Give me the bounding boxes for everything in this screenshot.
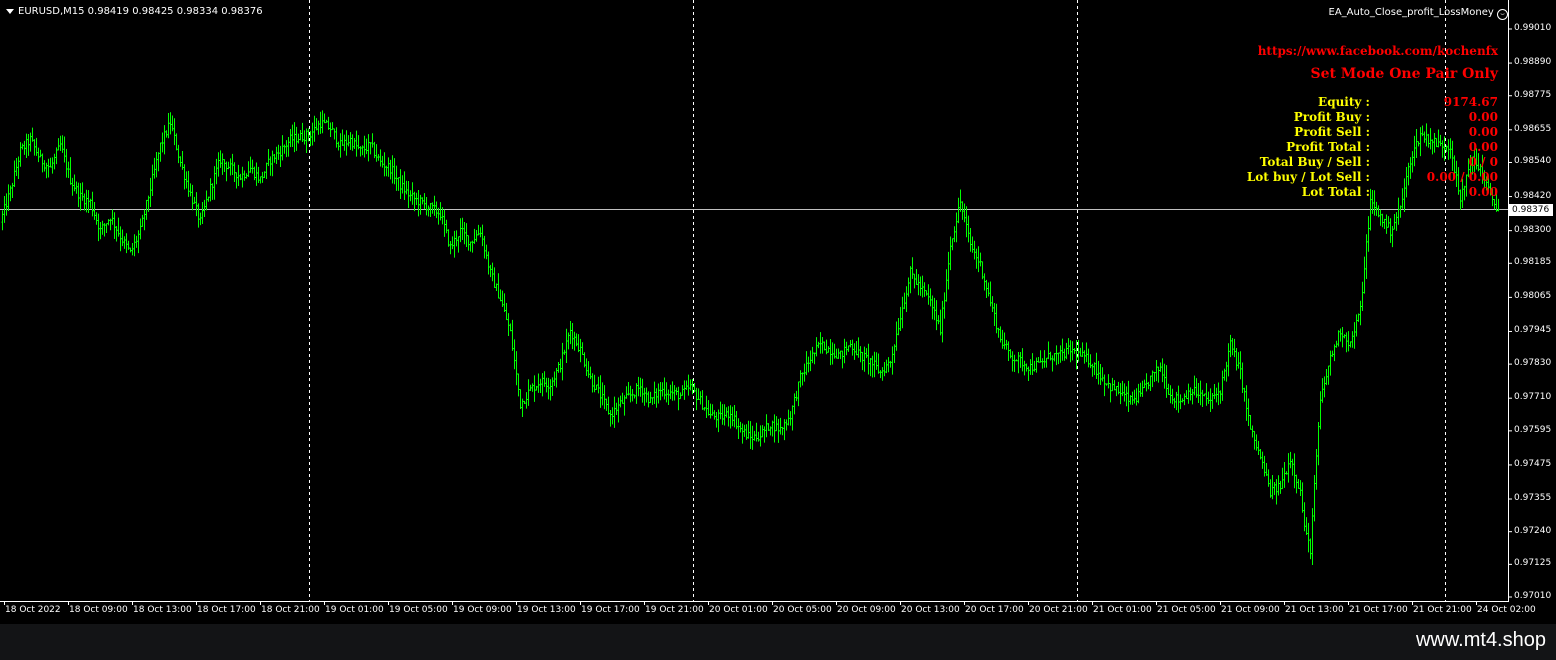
price-label: 0.97355 [1514, 493, 1552, 504]
time-label: 20 Oct 05:00 [773, 605, 832, 615]
time-label: 21 Oct 21:00 [1413, 605, 1472, 615]
info-row-value: 0.00 [1468, 110, 1498, 124]
price-label: 0.97475 [1514, 458, 1552, 469]
info-row-label: Profit Buy : [1293, 110, 1370, 124]
time-label: 20 Oct 13:00 [901, 605, 960, 615]
info-row-label: Lot buy / Lot Sell : [1246, 170, 1370, 184]
time-label: 19 Oct 21:00 [645, 605, 704, 615]
price-label: 0.98065 [1514, 291, 1552, 302]
price-label: 0.98890 [1514, 57, 1552, 68]
mode-text: Set Mode One Pair Only [1310, 66, 1498, 82]
time-label: 21 Oct 09:00 [1221, 605, 1280, 615]
time-label: 21 Oct 17:00 [1349, 605, 1408, 615]
time-label: 18 Oct 2022 [5, 605, 61, 615]
time-label: 19 Oct 09:00 [453, 605, 512, 615]
price-label: 0.98185 [1514, 257, 1552, 268]
time-label: 19 Oct 05:00 [389, 605, 448, 615]
ea-name: EA_Auto_Close_profit_LossMoney [1328, 7, 1494, 18]
info-row-value: 0.00 [1468, 125, 1498, 139]
info-row-label: Lot Total : [1301, 185, 1370, 199]
time-label: 24 Oct 02:00 [1477, 605, 1536, 615]
info-row-label: Total Buy / Sell : [1259, 155, 1370, 169]
price-label: 0.98655 [1514, 123, 1552, 134]
time-label: 20 Oct 17:00 [965, 605, 1024, 615]
dropdown-triangle-icon[interactable] [6, 8, 14, 14]
time-label: 18 Oct 13:00 [133, 605, 192, 615]
info-row-value: 0.00 [1468, 140, 1498, 154]
price-label: 0.97830 [1514, 358, 1552, 369]
price-label: 0.97945 [1514, 325, 1552, 336]
time-label: 19 Oct 01:00 [325, 605, 384, 615]
time-label: 19 Oct 17:00 [581, 605, 640, 615]
time-label: 18 Oct 21:00 [261, 605, 320, 615]
price-label: 0.97710 [1514, 392, 1552, 403]
time-label: 21 Oct 05:00 [1157, 605, 1216, 615]
price-label: 0.97595 [1514, 424, 1552, 435]
ea-name-label: EA_Auto_Close_profit_LossMoney ⌣ [1329, 7, 1508, 20]
info-row-value: 0.00 [1468, 185, 1498, 199]
price-label: 0.97125 [1514, 558, 1552, 569]
time-label: 20 Oct 01:00 [709, 605, 768, 615]
price-label: 0.98300 [1514, 224, 1552, 235]
time-label: 21 Oct 13:00 [1285, 605, 1344, 615]
time-label: 20 Oct 21:00 [1029, 605, 1088, 615]
symbol-header: EURUSD,M15 0.98419 0.98425 0.98334 0.983… [6, 6, 263, 17]
price-label: 0.99010 [1514, 23, 1552, 33]
price-label: 0.97240 [1514, 525, 1552, 536]
info-row-label: Profit Sell : [1294, 125, 1370, 139]
time-label: 21 Oct 01:00 [1093, 605, 1152, 615]
price-label: 0.97010 [1514, 591, 1552, 601]
time-label: 18 Oct 17:00 [197, 605, 256, 615]
site-watermark: www.mt4.shop [1415, 629, 1546, 651]
footer-bar: www.mt4.shop [0, 624, 1556, 660]
price-label: 0.98775 [1514, 89, 1552, 100]
info-row-value: 0 / 0 [1468, 155, 1498, 169]
time-label: 20 Oct 09:00 [837, 605, 896, 615]
current-price-tag: 0.98376 [1509, 204, 1553, 216]
time-label: 19 Oct 13:00 [517, 605, 576, 615]
info-row-value: 0.00 / 0.00 [1426, 170, 1498, 184]
time-label: 18 Oct 09:00 [69, 605, 128, 615]
info-row-label: Profit Total : [1286, 140, 1370, 154]
price-label: 0.98420 [1514, 190, 1552, 201]
chart-area[interactable]: EURUSD,M15 0.98419 0.98425 0.98334 0.983… [0, 0, 1556, 624]
info-row-value: 9174.67 [1443, 95, 1498, 109]
symbol-info: EURUSD,M15 0.98419 0.98425 0.98334 0.983… [18, 6, 263, 17]
price-chart[interactable] [0, 0, 1556, 624]
info-row-label: Equity : [1318, 95, 1370, 109]
price-label: 0.98540 [1514, 156, 1552, 167]
facebook-link[interactable]: https://www.facebook.com/kochenfx [1258, 44, 1498, 58]
smiley-icon[interactable]: ⌣ [1497, 9, 1508, 20]
